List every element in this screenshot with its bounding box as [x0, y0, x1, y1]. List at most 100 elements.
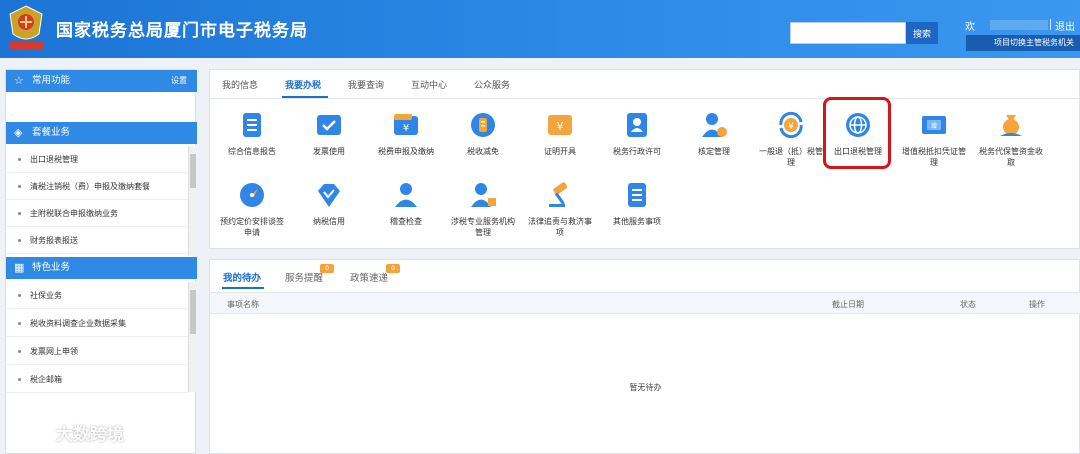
compass-icon	[240, 183, 264, 207]
highlight-box	[823, 97, 891, 169]
tax-relief-icon	[471, 113, 495, 137]
tax-payment-icon: ¥	[394, 114, 418, 135]
vat-voucher-icon: 增	[922, 116, 946, 134]
fn-apa-application[interactable]: 预约定价安排谈签申请	[219, 180, 285, 238]
fn-general-refund[interactable]: ¥ 一般退（抵）税管理	[758, 110, 824, 168]
common-functions-header: ☆ 常用功能 设置	[6, 70, 197, 92]
sidebar-item-tax-mailbox[interactable]: 税企邮箱	[6, 366, 188, 393]
search-button[interactable]: 搜索	[906, 22, 938, 44]
common-functions-title: 常用功能	[32, 75, 71, 86]
column-status: 状态	[960, 300, 976, 309]
fn-label: 税务行政许可	[613, 147, 661, 156]
tab-my-info[interactable]: 我的信息	[222, 78, 258, 91]
sidebar: ☆ 常用功能 设置 ◈ 套餐业务 出口退税管理 清税注销税（费）申报及缴纳套餐 …	[5, 69, 197, 454]
policy-count-badge: 0	[386, 264, 400, 273]
sidebar-item-data-survey[interactable]: 税收资料调查企业数据采集	[6, 310, 188, 337]
site-title: 国家税务总局厦门市电子税务局	[56, 21, 308, 41]
scrollbar-thumb[interactable]	[190, 290, 196, 334]
empty-state-text: 暂无待办	[629, 383, 662, 392]
divider	[1050, 19, 1051, 30]
grid-icon: ▦	[14, 261, 25, 274]
watermark-text: 大数跨境	[55, 425, 124, 445]
fn-tax-relief[interactable]: 税收减免	[450, 110, 516, 157]
refund-icon: ¥	[779, 111, 803, 139]
watermark: 大数跨境	[8, 420, 124, 448]
sidebar-item-financial-report[interactable]: 财务报表报送	[6, 227, 188, 254]
tax-emblem-icon	[9, 5, 43, 49]
column-deadline: 截止日期	[832, 300, 864, 309]
svg-text:¥: ¥	[557, 120, 564, 133]
fn-label: 稽查检查	[390, 217, 422, 226]
table-header: 事项名称 截止日期 状态 操作	[210, 292, 1080, 314]
agency-icon	[471, 183, 496, 207]
fn-other-services[interactable]: 其他服务事项	[604, 180, 670, 227]
tab-policy-express[interactable]: 政策速递	[350, 270, 388, 284]
certificate-icon: ¥	[548, 115, 572, 135]
package-scrollbar[interactable]	[188, 146, 196, 256]
header-bar: 国家税务总局厦门市电子税务局 搜索 欢 退出 项目切换主管税务机关	[0, 0, 1080, 58]
tab-service-reminder[interactable]: 服务提醒	[285, 270, 323, 284]
fn-label: 核定管理	[698, 147, 730, 156]
svg-text:增: 增	[931, 122, 937, 130]
active-tab-indicator	[222, 287, 264, 289]
sidebar-item-deregistration[interactable]: 清税注销税（费）申报及缴纳套餐	[6, 173, 188, 200]
sidebar-item-invoice-apply[interactable]: 发票网上申领	[6, 338, 188, 365]
search-input[interactable]	[790, 22, 906, 44]
diamond-icon	[318, 184, 340, 207]
package-business-header[interactable]: ◈ 套餐业务	[6, 122, 197, 144]
tab-query[interactable]: 我要查询	[348, 78, 384, 91]
column-item-name: 事项名称	[227, 300, 259, 309]
reminder-count-badge: 0	[320, 264, 334, 273]
fn-agency-management[interactable]: 涉税专业服务机构管理	[450, 180, 516, 238]
fn-custody-funds[interactable]: 税务代保管资金收取	[978, 110, 1044, 168]
logout-link[interactable]: 退出	[1055, 18, 1075, 33]
welcome-text: 欢	[965, 22, 975, 33]
tab-public-service[interactable]: 公众服务	[474, 78, 510, 91]
fn-verification[interactable]: 核定管理	[681, 110, 747, 157]
gavel-icon	[549, 182, 568, 207]
fn-label: 发票使用	[313, 147, 345, 156]
svg-text:¥: ¥	[788, 122, 794, 132]
fn-label: 税收减免	[467, 147, 499, 156]
inspector-icon	[395, 183, 417, 207]
fn-tax-filing[interactable]: ¥ 税费申报及缴纳	[373, 110, 439, 157]
special-business-header[interactable]: ▦ 特色业务	[6, 257, 197, 279]
sidebar-item-joint-filing[interactable]: 主附税联合申报缴纳业务	[6, 200, 188, 227]
fn-comprehensive-report[interactable]: 综合信息报告	[219, 110, 285, 157]
switch-org-button[interactable]: 项目切换主管税务机关	[966, 35, 1080, 51]
fn-vat-voucher[interactable]: 增 增值税抵扣凭证管理	[901, 110, 967, 168]
fn-label: 法律追责与救济事项	[528, 217, 592, 237]
fn-label: 涉税专业服务机构管理	[451, 217, 515, 237]
fn-inspection[interactable]: 稽查检查	[373, 180, 439, 227]
fn-legal-relief[interactable]: 法律追责与救济事项	[527, 180, 593, 238]
column-action: 操作	[1029, 300, 1045, 309]
fn-label: 税务代保管资金收取	[979, 147, 1043, 167]
sidebar-item-social-security[interactable]: 社保业务	[6, 282, 188, 309]
fn-label: 其他服务事项	[613, 217, 661, 226]
tax-service-panel: 我的信息 我要办税 我要查询 互动中心 公众服务 综合信息报告 发票使用 ¥ 税…	[209, 69, 1080, 249]
watermark-logo-icon	[10, 426, 50, 443]
special-business-title: 特色业务	[32, 262, 71, 273]
list-icon	[628, 183, 646, 207]
fn-invoice-use[interactable]: 发票使用	[296, 110, 362, 157]
sidebar-item-export-refund[interactable]: 出口退税管理	[6, 146, 188, 173]
settings-link[interactable]: 设置	[171, 70, 187, 92]
special-scrollbar[interactable]	[188, 282, 196, 392]
fn-label: 一般退（抵）税管理	[759, 147, 823, 167]
fn-label: 综合信息报告	[228, 147, 276, 156]
fn-tax-credit[interactable]: 纳税信用	[296, 180, 362, 227]
tab-do-tax[interactable]: 我要办税	[285, 78, 321, 91]
scrollbar-thumb[interactable]	[190, 154, 196, 188]
fn-label: 增值税抵扣凭证管理	[902, 147, 966, 167]
tab-interaction[interactable]: 互动中心	[411, 78, 447, 91]
invoice-icon	[317, 115, 341, 135]
verify-user-icon	[702, 113, 727, 137]
redacted-username	[990, 20, 1048, 30]
fn-admin-permit[interactable]: 税务行政许可	[604, 110, 670, 157]
tab-my-todo[interactable]: 我的待办	[223, 270, 261, 284]
report-icon	[243, 113, 261, 137]
fn-certificate[interactable]: ¥ 证明开具	[527, 110, 593, 157]
divider	[210, 98, 1080, 99]
fn-label: 预约定价安排谈签申请	[220, 217, 284, 237]
package-business-title: 套餐业务	[32, 127, 71, 138]
